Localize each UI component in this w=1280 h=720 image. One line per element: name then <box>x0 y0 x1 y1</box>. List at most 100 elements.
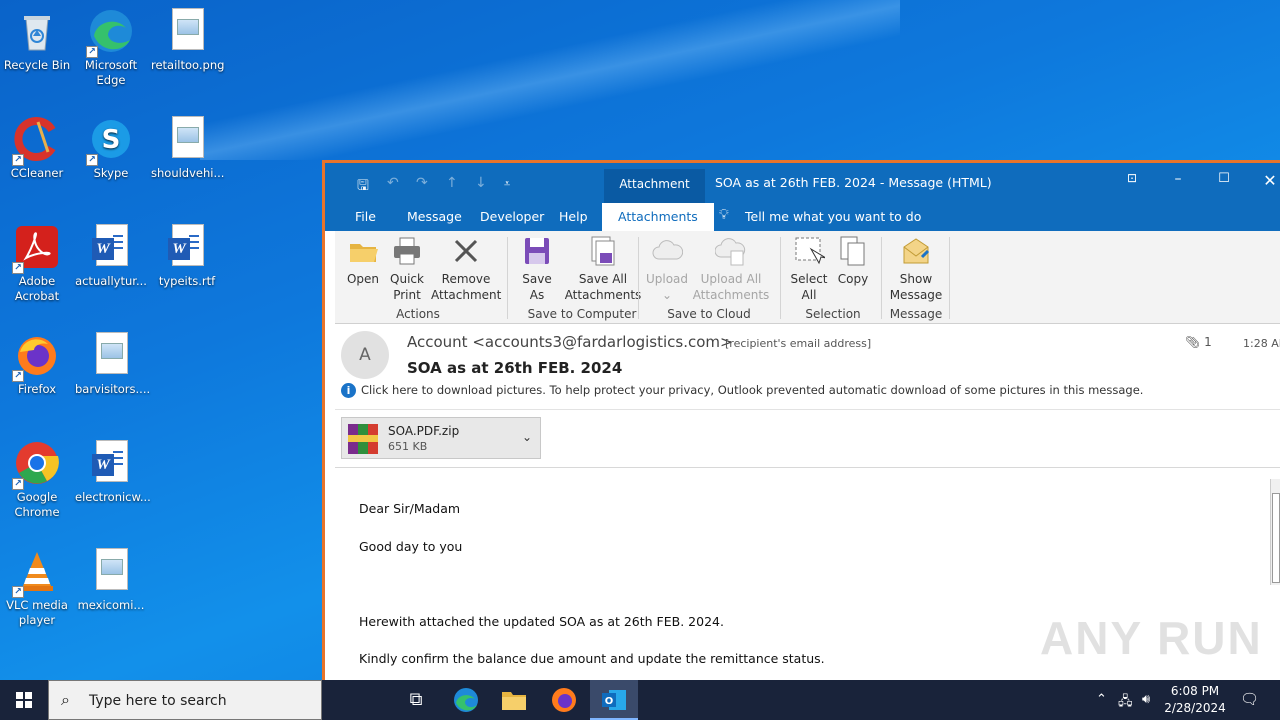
desktop-icon-label: mexicomi... <box>77 598 145 612</box>
scrollbar-thumb[interactable] <box>1272 493 1280 583</box>
previous-item-icon[interactable]: ↑ <box>446 175 458 191</box>
taskbar-outlook-icon[interactable]: O <box>590 680 638 720</box>
file-explorer-icon[interactable] <box>490 680 538 720</box>
desktop-icon-vlc[interactable]: ↗ VLC media player <box>1 548 73 628</box>
search-placeholder: Type here to search <box>89 693 227 709</box>
body-paragraph: Good day to you <box>359 539 463 554</box>
customize-toolbar-icon[interactable]: ⩡ <box>504 177 510 191</box>
attachment-item[interactable]: SOA.PDF.zip 651 KB ⌄ <box>341 417 541 459</box>
save-as-label: As <box>529 288 545 302</box>
close-button[interactable]: ✕ <box>1255 171 1280 190</box>
desktop-icon-label: Microsoft Edge <box>84 58 138 87</box>
minimize-button[interactable]: – <box>1163 171 1193 187</box>
quick-print-button[interactable]: Quick Print <box>387 235 427 303</box>
desktop-icon-recycle-bin[interactable]: Recycle Bin <box>1 8 73 73</box>
taskbar-edge-icon[interactable] <box>442 680 490 720</box>
tab-developer[interactable]: Developer <box>480 209 544 224</box>
desktop-icon-label: retailtoo.png <box>151 58 225 72</box>
paperclip-icon: 📎︎ <box>1185 335 1201 349</box>
maximize-button[interactable]: ☐ <box>1209 171 1239 186</box>
desktop-icon-label: actuallytur... <box>75 274 147 288</box>
undo-icon[interactable]: ↶ <box>387 175 399 191</box>
select-all-label: Select <box>790 272 828 286</box>
desktop-icon-barvisitors[interactable]: barvisitors.... <box>75 332 151 397</box>
chevron-up-icon[interactable]: ⌃ <box>1096 692 1107 707</box>
next-item-icon[interactable]: ↓ <box>475 175 487 191</box>
group-save-to-computer-label: Save to Computer <box>527 307 637 321</box>
show-message-button[interactable]: Show Message <box>887 235 945 303</box>
taskbar-clock[interactable]: 6:08 PM 2/28/2024 <box>1160 683 1230 717</box>
edge-icon: ↗ <box>86 8 134 58</box>
save-as-label: Save <box>522 272 552 286</box>
group-actions-label: Actions <box>396 307 440 321</box>
ribbon-display-options-icon[interactable]: ⊡ <box>1117 171 1147 185</box>
taskbar-search-box[interactable]: ⌕ Type here to search <box>48 680 322 720</box>
desktop-icon-shouldvehi[interactable]: shouldvehi... <box>151 116 224 181</box>
save-as-button[interactable]: Save As <box>517 235 557 303</box>
desktop-icon-electronicw[interactable]: W electronicw... <box>75 440 151 505</box>
download-pictures-infobar[interactable]: i Click here to download pictures. To hel… <box>341 383 1143 398</box>
attachment-tools-context-label: Attachment Tools <box>604 169 705 221</box>
desktop-icon-adobe-acrobat[interactable]: ↗ Adobe Acrobat <box>1 224 73 304</box>
desktop-icon-retailtoo[interactable]: retailtoo.png <box>151 8 225 73</box>
folder-open-icon <box>347 235 379 267</box>
notifications-icon[interactable]: 🗨︎ <box>1240 690 1259 708</box>
open-button[interactable]: Open <box>343 235 383 287</box>
infobar-text: Click here to download pictures. To help… <box>361 383 1144 397</box>
remove-attachment-button[interactable]: Remove Attachment <box>431 235 501 303</box>
chevron-down-icon[interactable]: ⌄ <box>522 430 532 444</box>
window-title: SOA as at 26th FEB. 2024 - Message (HTML… <box>715 175 992 190</box>
desktop-icon-google-chrome[interactable]: ↗ Google Chrome <box>1 440 73 520</box>
desktop-icon-firefox[interactable]: ↗ Firefox <box>1 332 73 397</box>
start-button[interactable] <box>0 680 48 720</box>
desktop-icon-microsoft-edge[interactable]: ↗ Microsoft Edge <box>75 8 147 88</box>
desktop-icon-label: barvisitors.... <box>75 382 151 396</box>
sender[interactable]: Account <accounts3@fardarlogistics.com> <box>407 333 733 351</box>
task-view-icon[interactable]: ⧉ <box>392 680 440 720</box>
ribbon: Open Quick Print Remove Attachment Actio… <box>335 231 1280 324</box>
save-icon[interactable]: 🖫 <box>357 175 369 199</box>
copy-label: Copy <box>837 272 869 286</box>
desktop-icon-ccleaner[interactable]: ↗ CCleaner <box>1 116 73 181</box>
image-file-icon <box>88 332 134 378</box>
tab-attachments[interactable]: Attachments <box>602 203 714 231</box>
attachment-size: 651 KB <box>388 440 428 453</box>
shortcut-arrow-icon: ↗ <box>86 46 98 58</box>
taskbar: ⌕ Type here to search ⧉ O ⌃ 🖧︎ 🔊︎ 6:08 P… <box>0 680 1280 720</box>
desktop-icon-actuallytur[interactable]: W actuallytur... <box>75 224 147 289</box>
desktop-icon-label: Firefox <box>17 382 57 396</box>
shortcut-arrow-icon: ↗ <box>12 478 24 490</box>
tab-file[interactable]: File <box>355 209 376 224</box>
tab-help[interactable]: Help <box>559 209 588 224</box>
tell-me-search[interactable]: Tell me what you want to do <box>745 209 921 224</box>
recipient[interactable]: [recipient's email address] <box>725 337 871 350</box>
shortcut-arrow-icon: ↗ <box>12 154 24 166</box>
redo-icon[interactable]: ↷ <box>416 175 428 191</box>
tab-message[interactable]: Message <box>407 209 462 224</box>
desktop-icon-mexicomi[interactable]: mexicomi... <box>75 548 147 613</box>
save-all-attachments-button[interactable]: Save All Attachments <box>563 235 643 303</box>
windows-logo-icon <box>16 692 32 708</box>
group-save-to-cloud-label: Save to Cloud <box>667 307 751 321</box>
copy-button[interactable]: Copy <box>833 235 873 287</box>
taskbar-firefox-icon[interactable] <box>540 680 588 720</box>
desktop-icon-typeits[interactable]: W typeits.rtf <box>151 224 223 289</box>
image-file-icon <box>88 548 134 594</box>
volume-icon[interactable]: 🔊︎ <box>1142 692 1150 707</box>
upload-button[interactable]: Upload ⌄ <box>645 235 689 303</box>
ribbon-separator <box>638 237 639 319</box>
desktop-icon-skype[interactable]: S ↗ Skype <box>75 116 147 181</box>
recycle-bin-icon <box>14 8 60 54</box>
desktop-icon-label: Google Chrome <box>14 490 60 519</box>
desktop-icon-label: electronicw... <box>75 490 151 504</box>
message-scrollbar[interactable] <box>1270 479 1280 585</box>
select-all-button[interactable]: Select All <box>789 235 829 303</box>
attachment-name: SOA.PDF.zip <box>388 424 460 438</box>
show-message-label: Message <box>889 288 943 302</box>
upload-all-attachments-button[interactable]: Upload All Attachments <box>691 235 771 303</box>
network-icon[interactable]: 🖧︎ <box>1118 692 1133 714</box>
remove-label: Remove <box>441 272 491 286</box>
save-all-label: Save All <box>578 272 628 286</box>
desktop-icon-label: CCleaner <box>10 166 64 180</box>
search-icon: ⌕ <box>61 690 70 709</box>
